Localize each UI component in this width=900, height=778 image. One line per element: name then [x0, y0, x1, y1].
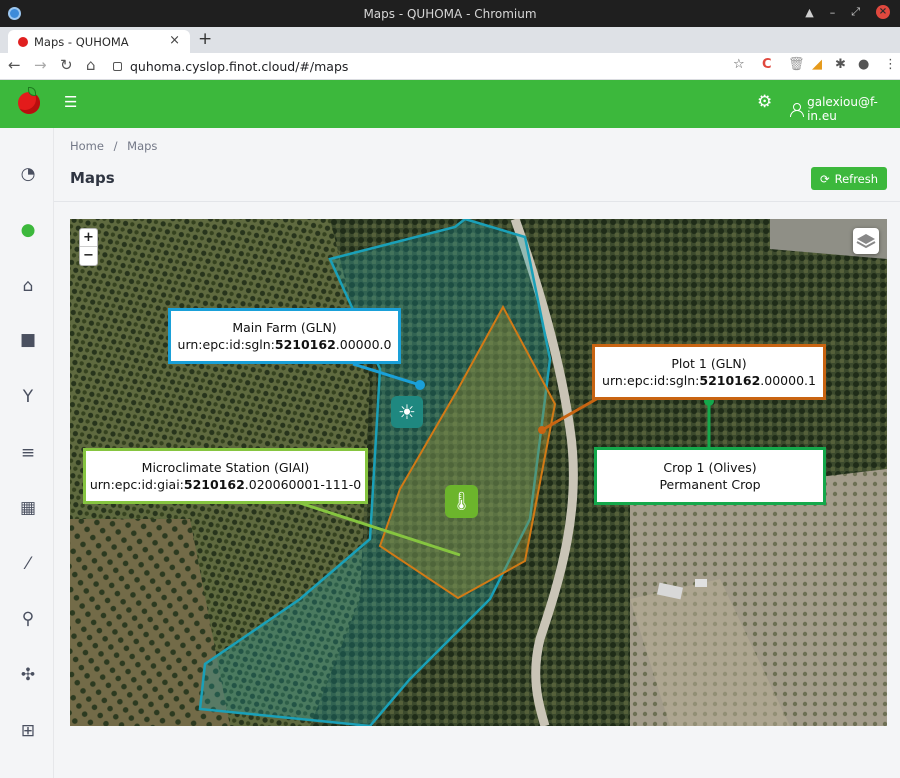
farm-connector-dot [415, 380, 425, 390]
window-close-icon[interactable]: × [876, 5, 890, 19]
address-bar[interactable]: quhoma.cyslop.finot.cloud/#/maps [113, 55, 753, 77]
layers-icon [856, 234, 876, 249]
micro-urn: urn:epc:id:giai:5210162.020060001-111-0 [89, 477, 362, 492]
tab-title: Maps - QUHOMA [34, 34, 129, 49]
extension-tag-icon[interactable]: ◢ [812, 57, 822, 72]
plot-connector-dot [538, 426, 546, 434]
spray-icon: ⁄ [26, 554, 30, 574]
thermometer-icon: 🌡 [450, 491, 473, 512]
zoom-in-button[interactable]: + [80, 229, 97, 247]
stack-icon: ■ [19, 330, 37, 350]
globe-icon: ● [20, 220, 36, 240]
sidebar-item-routes[interactable]: ⚲ [17, 608, 39, 630]
calendar-icon: ▦ [19, 498, 37, 518]
main-farm-urn: urn:epc:id:sgln:5210162.00000.0 [177, 337, 392, 352]
window-titlebar: Maps - QUHOMA - Chromium ▲ – ⤢ × [0, 0, 900, 27]
extension-c-icon[interactable]: C [762, 57, 772, 72]
home-icon[interactable]: ⌂ [86, 56, 96, 74]
main-farm-callout[interactable]: Main Farm (GLN) urn:epc:id:sgln:5210162.… [168, 308, 401, 364]
zoom-out-button[interactable]: − [80, 247, 97, 265]
breadcrumb-separator: / [113, 139, 118, 153]
crop-title: Crop 1 (Olives) [663, 460, 757, 475]
app-header: ☰ ⚙ galexiou@f-in.eu [0, 80, 900, 128]
micro-title: Microclimate Station (GIAI) [141, 460, 310, 475]
tab-close-icon[interactable]: × [169, 33, 180, 48]
user-menu[interactable]: galexiou@f-in.eu [790, 95, 900, 123]
quhoma-apple-logo-icon[interactable] [18, 87, 40, 114]
tab-strip: Maps - QUHOMA × + [0, 27, 900, 53]
bookmark-star-icon[interactable]: ☆ [733, 57, 745, 72]
page-title: Maps [70, 169, 115, 187]
window-controls: ▲ – ⤢ × [805, 5, 890, 19]
refresh-label: Refresh [834, 171, 879, 186]
shed [695, 579, 707, 587]
refresh-button[interactable]: ⟳ Refresh [811, 167, 887, 190]
zoom-control: + − [79, 228, 98, 266]
farm-building-icon: ⌂ [22, 276, 34, 296]
layers-button[interactable] [853, 228, 879, 254]
lock-icon [113, 61, 122, 71]
plot-callout[interactable]: Plot 1 (GLN) urn:epc:id:sgln:5210162.000… [592, 344, 826, 400]
extension-trash-icon[interactable]: 🗑 [788, 57, 805, 72]
sidebar-item-maps[interactable]: ● [17, 219, 39, 241]
settings-gear-icon[interactable]: ⚙ [757, 92, 772, 112]
back-icon[interactable]: ← [8, 56, 21, 74]
sidebar-item-grid[interactable]: ⊞ [17, 720, 39, 742]
forward-icon[interactable]: → [34, 56, 47, 74]
chromium-icon [8, 7, 21, 20]
breadcrumb-current: Maps [127, 139, 158, 153]
plot-title: Plot 1 (GLN) [671, 356, 747, 371]
browser-tab[interactable]: Maps - QUHOMA × [8, 30, 190, 53]
route-icon: ⚲ [21, 609, 35, 629]
breadcrumb-home[interactable]: Home [70, 139, 104, 153]
sidebar-item-calendar[interactable]: ▦ [17, 497, 39, 519]
window-minimize-icon[interactable]: – [830, 6, 836, 19]
reload-icon[interactable]: ↻ [60, 56, 73, 74]
browser-toolbar: ← → ↻ ⌂ quhoma.cyslop.finot.cloud/#/maps… [0, 53, 900, 80]
user-icon [790, 102, 805, 117]
sidebar-item-farms[interactable]: ⌂ [17, 275, 39, 297]
sidebar-item-dashboard[interactable]: ◔ [17, 163, 39, 185]
breadcrumb: Home / Maps [70, 139, 157, 153]
window-title: Maps - QUHOMA - Chromium [363, 6, 537, 21]
crop-callout[interactable]: Crop 1 (Olives) Permanent Crop [594, 447, 826, 505]
sidebar-item-machinery[interactable]: ≡ [17, 442, 39, 464]
weather-station-marker[interactable]: ☀ [391, 396, 423, 428]
microclimate-callout[interactable]: Microclimate Station (GIAI) urn:epc:id:g… [83, 448, 368, 504]
menu-toggle-icon[interactable]: ☰ [64, 93, 77, 111]
main-farm-title: Main Farm (GLN) [232, 320, 337, 335]
sprout-icon: Y [22, 387, 34, 407]
sun-icon: ☀ [398, 400, 416, 424]
sidebar-item-treatments[interactable]: ⁄ [17, 553, 39, 575]
profile-icon[interactable]: ● [858, 57, 869, 72]
crop-subtitle: Permanent Crop [659, 477, 761, 492]
sidebar: ◔ ● ⌂ ■ Y ≡ ▦ ⁄ ⚲ ✣ ⊞ [0, 128, 54, 778]
network-icon: ✣ [20, 665, 36, 685]
url-text[interactable]: quhoma.cyslop.finot.cloud/#/maps [130, 59, 348, 74]
plot-urn: urn:epc:id:sgln:5210162.00000.1 [602, 373, 816, 388]
new-tab-button[interactable]: + [198, 29, 212, 49]
sidebar-item-crops[interactable]: Y [17, 386, 39, 408]
user-email: galexiou@f-in.eu [807, 95, 878, 123]
window-restore-icon[interactable]: ⤢ [851, 5, 860, 19]
refresh-icon: ⟳ [819, 171, 830, 186]
apple-favicon-icon [18, 36, 28, 47]
microclimate-sensor-marker[interactable]: 🌡 [445, 485, 478, 518]
window-up-icon[interactable]: ▲ [805, 6, 813, 19]
content-divider [54, 201, 900, 202]
dashboard-gauge-icon: ◔ [20, 164, 36, 184]
sidebar-item-plots[interactable]: ■ [17, 329, 39, 351]
browser-menu-icon[interactable]: ⋮ [884, 57, 897, 72]
harvester-icon: ≡ [20, 443, 36, 463]
grid-icon: ⊞ [20, 721, 36, 741]
sidebar-item-network[interactable]: ✣ [17, 664, 39, 686]
extensions-puzzle-icon[interactable]: ✱ [835, 57, 846, 72]
